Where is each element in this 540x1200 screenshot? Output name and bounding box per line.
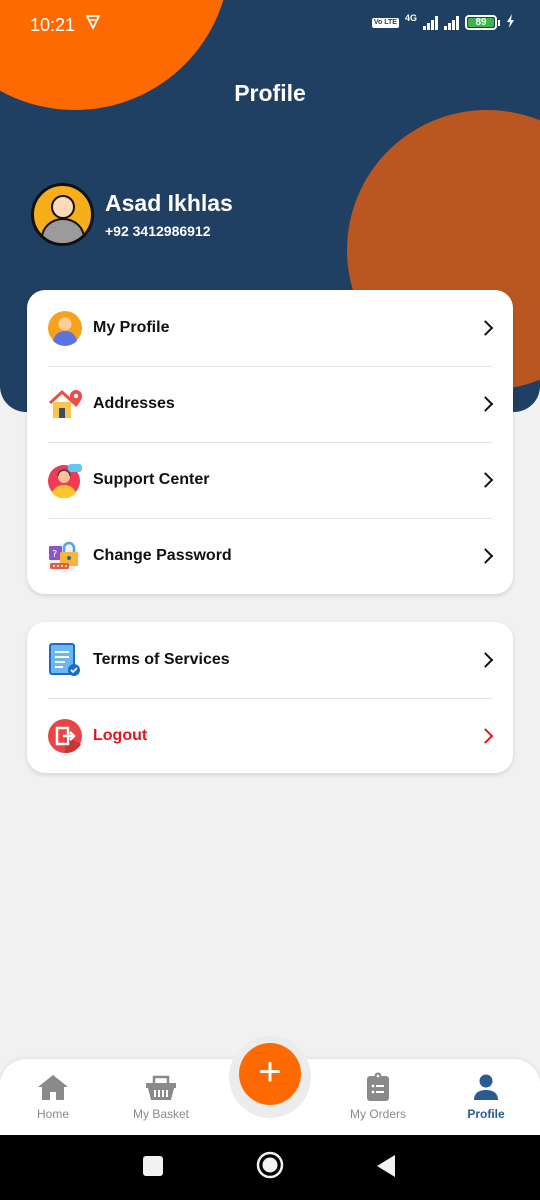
info-menu-card: Terms of Services Logout: [27, 622, 513, 773]
menu-item-change-password[interactable]: ? Change Password: [27, 518, 513, 594]
system-navigation-bar: [0, 1135, 540, 1200]
battery-icon: 89: [465, 15, 500, 30]
network-type: 4G: [404, 13, 417, 23]
vpn-icon: [85, 14, 101, 35]
signal-icon-1: [423, 15, 438, 30]
menu-item-terms-of-services[interactable]: Terms of Services: [27, 622, 513, 698]
home-button[interactable]: [256, 1151, 284, 1184]
add-fab-button[interactable]: +: [239, 1043, 301, 1105]
menu-label: Addresses: [93, 395, 175, 412]
back-button[interactable]: [376, 1154, 396, 1183]
person-icon: [441, 1071, 531, 1103]
menu-item-my-profile[interactable]: My Profile: [27, 290, 513, 366]
recents-button[interactable]: [143, 1156, 163, 1181]
nav-profile[interactable]: Profile: [441, 1071, 531, 1121]
chevron-right-icon: [477, 472, 494, 488]
charging-icon: [506, 14, 515, 31]
nav-label: My Basket: [132, 1107, 189, 1121]
house-location-icon: [47, 386, 83, 422]
svg-text:?: ?: [52, 549, 57, 560]
basket-icon: [116, 1071, 206, 1103]
menu-label: Logout: [93, 727, 148, 744]
logout-icon: [47, 718, 83, 754]
user-phone: +92 3412986912: [105, 223, 211, 239]
password-lock-icon: ?: [47, 538, 83, 574]
chevron-right-icon: [477, 652, 494, 668]
battery-level: 89: [468, 18, 494, 28]
user-name: Asad Ikhlas: [105, 190, 233, 216]
home-icon: [8, 1071, 98, 1103]
menu-item-addresses[interactable]: Addresses: [27, 366, 513, 442]
chevron-right-icon: [477, 728, 494, 744]
clipboard-list-icon: [333, 1071, 423, 1103]
signal-icon-2: [444, 15, 459, 30]
nav-my-basket[interactable]: My Basket: [116, 1071, 206, 1121]
nav-label: Profile: [467, 1107, 505, 1121]
volte-icon: Vo LTE: [371, 17, 399, 28]
chevron-right-icon: [477, 396, 494, 412]
nav-label: My Orders: [349, 1107, 406, 1121]
status-bar: 10:21 Vo LTE 4G 89: [0, 0, 540, 50]
page-title: Profile: [234, 80, 306, 106]
menu-label: Terms of Services: [93, 651, 230, 668]
nav-home[interactable]: Home: [8, 1071, 98, 1121]
nav-label: Home: [36, 1107, 69, 1121]
chevron-right-icon: [477, 320, 494, 336]
menu-label: My Profile: [93, 319, 170, 336]
status-icons: Vo LTE 4G 89: [371, 13, 515, 31]
menu-item-logout[interactable]: Logout: [27, 698, 513, 774]
document-check-icon: [47, 642, 83, 678]
user-avatar[interactable]: [31, 183, 94, 246]
support-agent-icon: [47, 462, 83, 499]
nav-my-orders[interactable]: My Orders: [333, 1071, 423, 1121]
user-profile-icon: [47, 310, 83, 346]
menu-label: Support Center: [93, 471, 210, 488]
menu-item-support-center[interactable]: Support Center: [27, 442, 513, 518]
account-menu-card: My Profile Addresses Support Center ? Ch…: [27, 290, 513, 594]
menu-label: Change Password: [93, 547, 232, 564]
status-time: 10:21: [30, 15, 76, 35]
chevron-right-icon: [477, 548, 494, 564]
